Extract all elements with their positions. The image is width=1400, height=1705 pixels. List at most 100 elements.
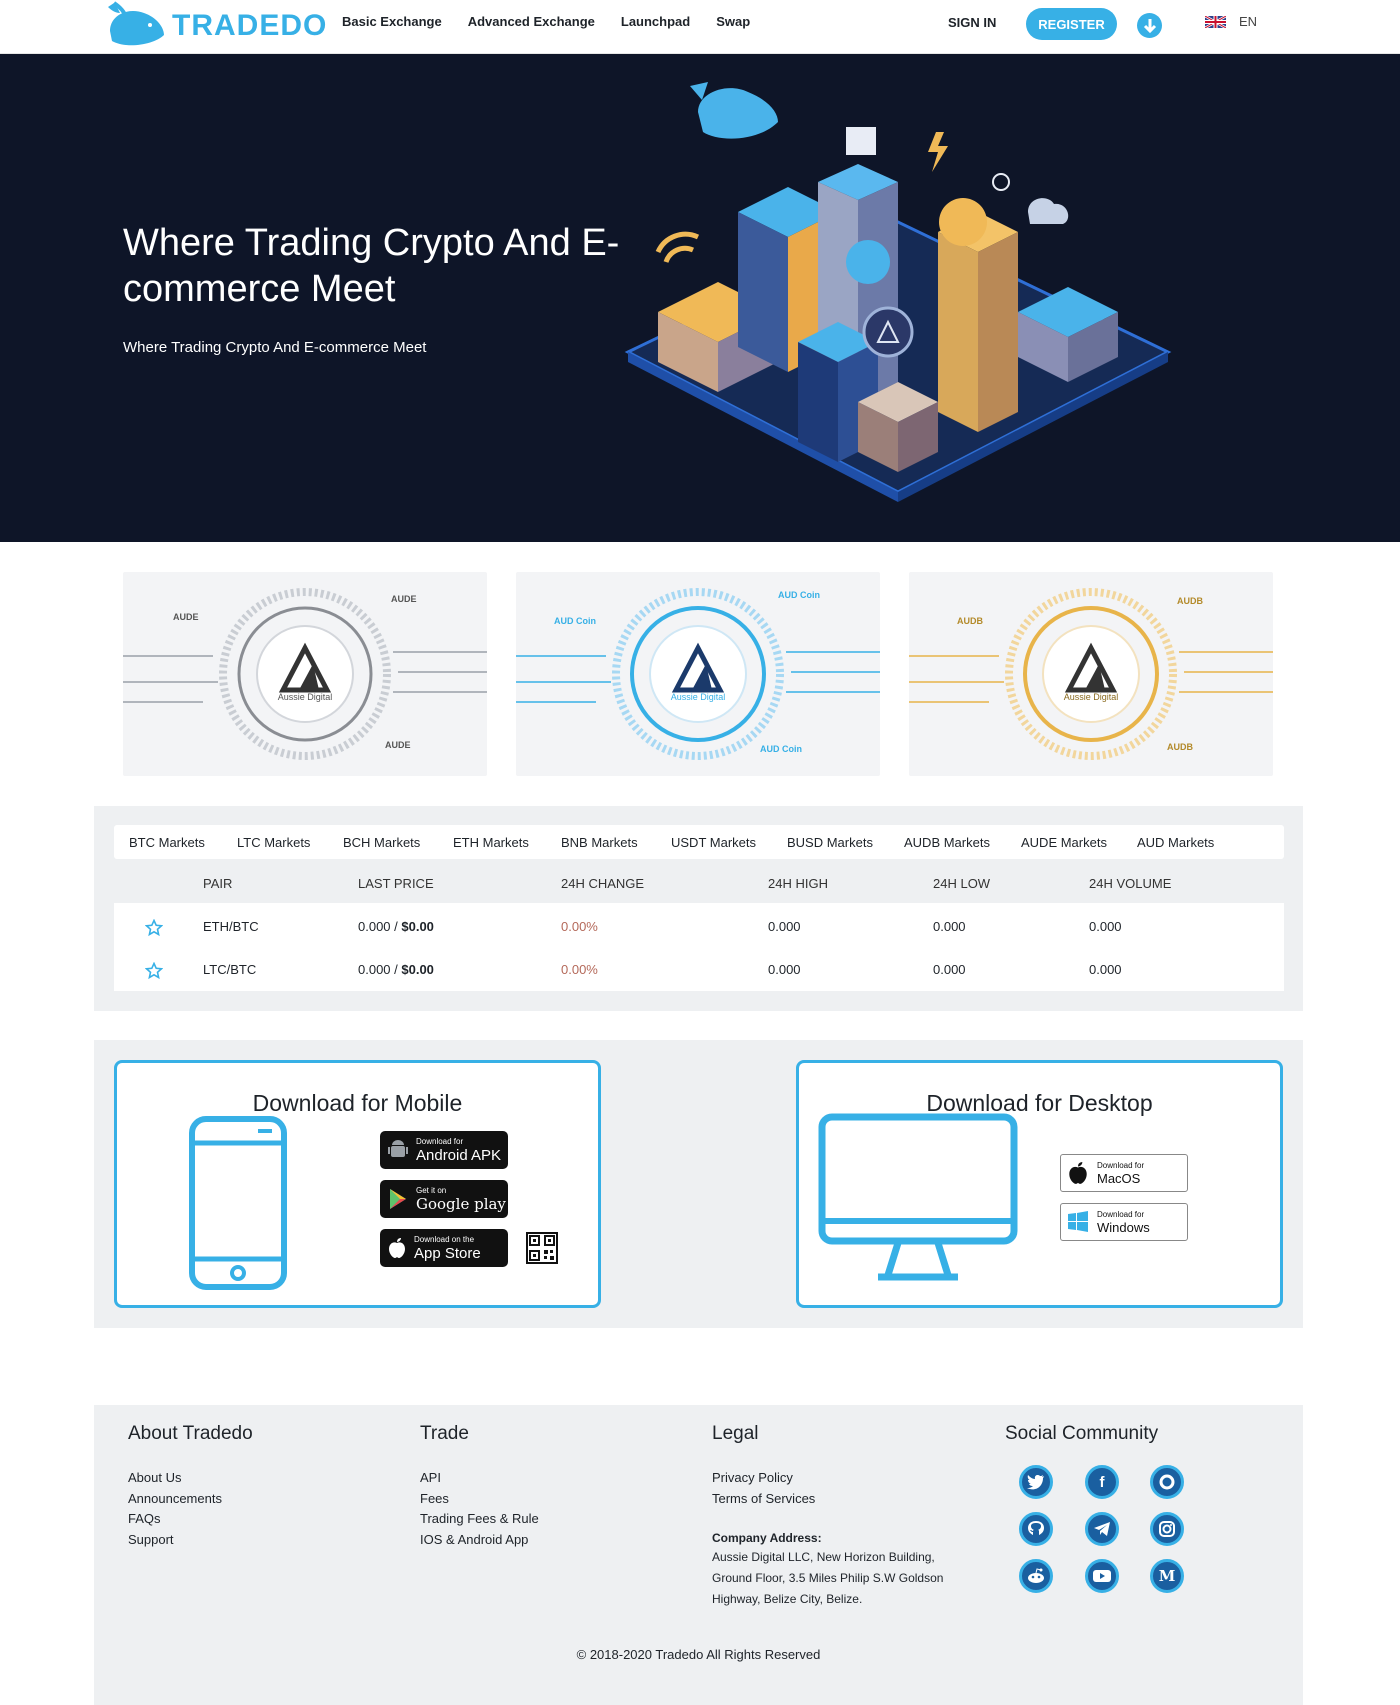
tab-bch-markets[interactable]: BCH Markets — [343, 835, 420, 850]
audb-coin-graphic: Aussie Digital AUDB AUDB AUDB — [909, 588, 1273, 760]
tab-bnb-markets[interactable]: BNB Markets — [561, 835, 638, 850]
download-section: Download for Mobile Download for Android … — [94, 1040, 1303, 1328]
top-navbar: TRADEDO Basic Exchange Advanced Exchange… — [0, 0, 1400, 54]
pair-cell[interactable]: LTC/BTC — [203, 962, 256, 977]
google-play-button[interactable]: Get it on Google play — [380, 1180, 508, 1218]
footer-link-privacy-policy[interactable]: Privacy Policy — [712, 1470, 793, 1485]
language-selector[interactable]: EN — [1239, 14, 1257, 29]
tab-busd-markets[interactable]: BUSD Markets — [787, 835, 873, 850]
column-header-24h-high[interactable]: 24H HIGH — [768, 876, 828, 891]
isometric-city-illustration — [624, 82, 1172, 502]
telegram-icon[interactable] — [1085, 1512, 1119, 1546]
mobile-download-box: Download for Mobile Download for Android … — [114, 1060, 601, 1308]
windows-icon — [1068, 1211, 1088, 1232]
column-header-last-price[interactable]: LAST PRICE — [358, 876, 434, 891]
reddit-icon[interactable] — [1019, 1559, 1053, 1593]
svg-text:AUD Coin: AUD Coin — [554, 616, 596, 626]
apple-icon — [1069, 1162, 1087, 1184]
aud-coin-banner[interactable]: Aussie Digital AUD Coin AUD Coin AUD Coi… — [516, 572, 880, 776]
google-small-label: Get it on — [416, 1185, 447, 1195]
nav-advanced-exchange[interactable]: Advanced Exchange — [468, 14, 595, 29]
register-button[interactable]: REGISTER — [1026, 8, 1117, 40]
whale-logo-icon — [108, 1, 164, 46]
android-small-label: Download for — [416, 1136, 464, 1146]
legal-title: Legal — [712, 1423, 759, 1444]
android-apk-button[interactable]: Download for Android APK — [380, 1131, 508, 1169]
audb-coin-banner[interactable]: Aussie Digital AUDB AUDB AUDB — [909, 572, 1273, 776]
nav-swap[interactable]: Swap — [716, 14, 750, 29]
footer-link-faqs[interactable]: FAQs — [128, 1511, 161, 1526]
hero-section: Where Trading Crypto And E-commerce Meet… — [0, 54, 1400, 542]
column-header-pair[interactable]: PAIR — [203, 876, 232, 891]
nav-launchpad[interactable]: Launchpad — [621, 14, 690, 29]
tab-usdt-markets[interactable]: USDT Markets — [671, 835, 756, 850]
google-play-icon — [390, 1189, 406, 1209]
tab-eth-markets[interactable]: ETH Markets — [453, 835, 529, 850]
volume-cell: 0.000 — [1089, 919, 1122, 934]
tradedo-logo[interactable]: TRADEDO — [106, 0, 327, 52]
tab-ltc-markets[interactable]: LTC Markets — [237, 835, 310, 850]
android-icon — [388, 1140, 408, 1157]
qr-code-icon[interactable] — [526, 1232, 558, 1264]
svg-text:AUDE: AUDE — [391, 594, 417, 604]
google-big-label: Google play — [416, 1194, 506, 1213]
favorite-star-icon[interactable] — [145, 919, 163, 937]
tab-btc-markets[interactable]: BTC Markets — [129, 835, 205, 850]
bitcointalk-icon[interactable] — [1150, 1465, 1184, 1499]
change-cell: 0.00% — [561, 962, 598, 977]
footer-link-about-us[interactable]: About Us — [128, 1470, 181, 1485]
footer-link-api[interactable]: API — [420, 1470, 441, 1485]
footer-link-fees[interactable]: Fees — [420, 1491, 449, 1506]
app-store-button[interactable]: Download on the App Store — [380, 1229, 508, 1267]
hero-subtitle: Where Trading Crypto And E-commerce Meet — [123, 339, 427, 356]
svg-text:AUDB: AUDB — [1167, 742, 1193, 752]
column-header-24h-low[interactable]: 24H LOW — [933, 876, 990, 891]
low-cell: 0.000 — [933, 962, 966, 977]
windows-download-button[interactable]: Download for Windows — [1060, 1203, 1188, 1241]
macos-download-button[interactable]: Download for MacOS — [1060, 1154, 1188, 1192]
social-community-title: Social Community — [1005, 1423, 1159, 1444]
site-footer: About Tradedo About Us Announcements FAQ… — [94, 1405, 1303, 1705]
footer-link-ios-android-app[interactable]: IOS & Android App — [420, 1532, 528, 1547]
footer-link-terms-of-services[interactable]: Terms of Services — [712, 1491, 815, 1506]
facebook-icon[interactable]: f — [1085, 1465, 1119, 1499]
pair-cell[interactable]: ETH/BTC — [203, 919, 259, 934]
appstore-big-label: App Store — [414, 1244, 481, 1262]
nav-basic-exchange[interactable]: Basic Exchange — [342, 14, 442, 29]
svg-text:Aussie Digital: Aussie Digital — [278, 692, 333, 702]
tab-aude-markets[interactable]: AUDE Markets — [1021, 835, 1107, 850]
hero-title: Where Trading Crypto And E-commerce Meet — [123, 222, 620, 310]
tab-aud-markets[interactable]: AUD Markets — [1137, 835, 1214, 850]
phone-icon — [189, 1116, 287, 1290]
twitter-icon[interactable] — [1019, 1465, 1053, 1499]
markets-section: BTC Markets LTC Markets BCH Markets ETH … — [94, 806, 1303, 1011]
aude-coin-graphic: Aussie Digital AUDE AUDE AUDE — [123, 588, 487, 760]
tab-audb-markets[interactable]: AUDB Markets — [904, 835, 990, 850]
svg-text:AUDE: AUDE — [173, 612, 199, 622]
about-title: About Tradedo — [128, 1423, 253, 1444]
company-address: Aussie Digital LLC, New Horizon Building… — [712, 1550, 944, 1606]
svg-text:AUDB: AUDB — [1177, 596, 1203, 606]
youtube-icon[interactable] — [1085, 1559, 1119, 1593]
last-price-cell: 0.000 / $0.00 — [358, 919, 434, 934]
high-cell: 0.000 — [768, 919, 801, 934]
column-header-24h-volume[interactable]: 24H VOLUME — [1089, 876, 1171, 891]
apple-icon — [389, 1238, 405, 1258]
last-price-value: 0.000 / — [358, 962, 402, 977]
aude-coin-banner[interactable]: Aussie Digital AUDE AUDE AUDE — [123, 572, 487, 776]
uk-flag-icon[interactable] — [1205, 16, 1226, 28]
footer-link-support[interactable]: Support — [128, 1532, 174, 1547]
github-icon[interactable] — [1019, 1512, 1053, 1546]
instagram-icon[interactable] — [1150, 1512, 1184, 1546]
copyright-text: © 2018-2020 Tradedo All Rights Reserved — [576, 1647, 821, 1662]
column-header-24h-change[interactable]: 24H CHANGE — [561, 876, 644, 891]
footer-link-trading-fees-rule[interactable]: Trading Fees & Rule — [420, 1511, 539, 1526]
medium-icon[interactable]: M — [1150, 1559, 1184, 1593]
footer-link-announcements[interactable]: Announcements — [128, 1491, 222, 1506]
download-arrow-icon[interactable] — [1137, 13, 1162, 38]
favorite-star-icon[interactable] — [145, 962, 163, 980]
low-cell: 0.000 — [933, 919, 966, 934]
svg-text:Aussie Digital: Aussie Digital — [671, 692, 726, 702]
signin-link[interactable]: SIGN IN — [948, 15, 996, 30]
svg-text:AUDB: AUDB — [957, 616, 983, 626]
